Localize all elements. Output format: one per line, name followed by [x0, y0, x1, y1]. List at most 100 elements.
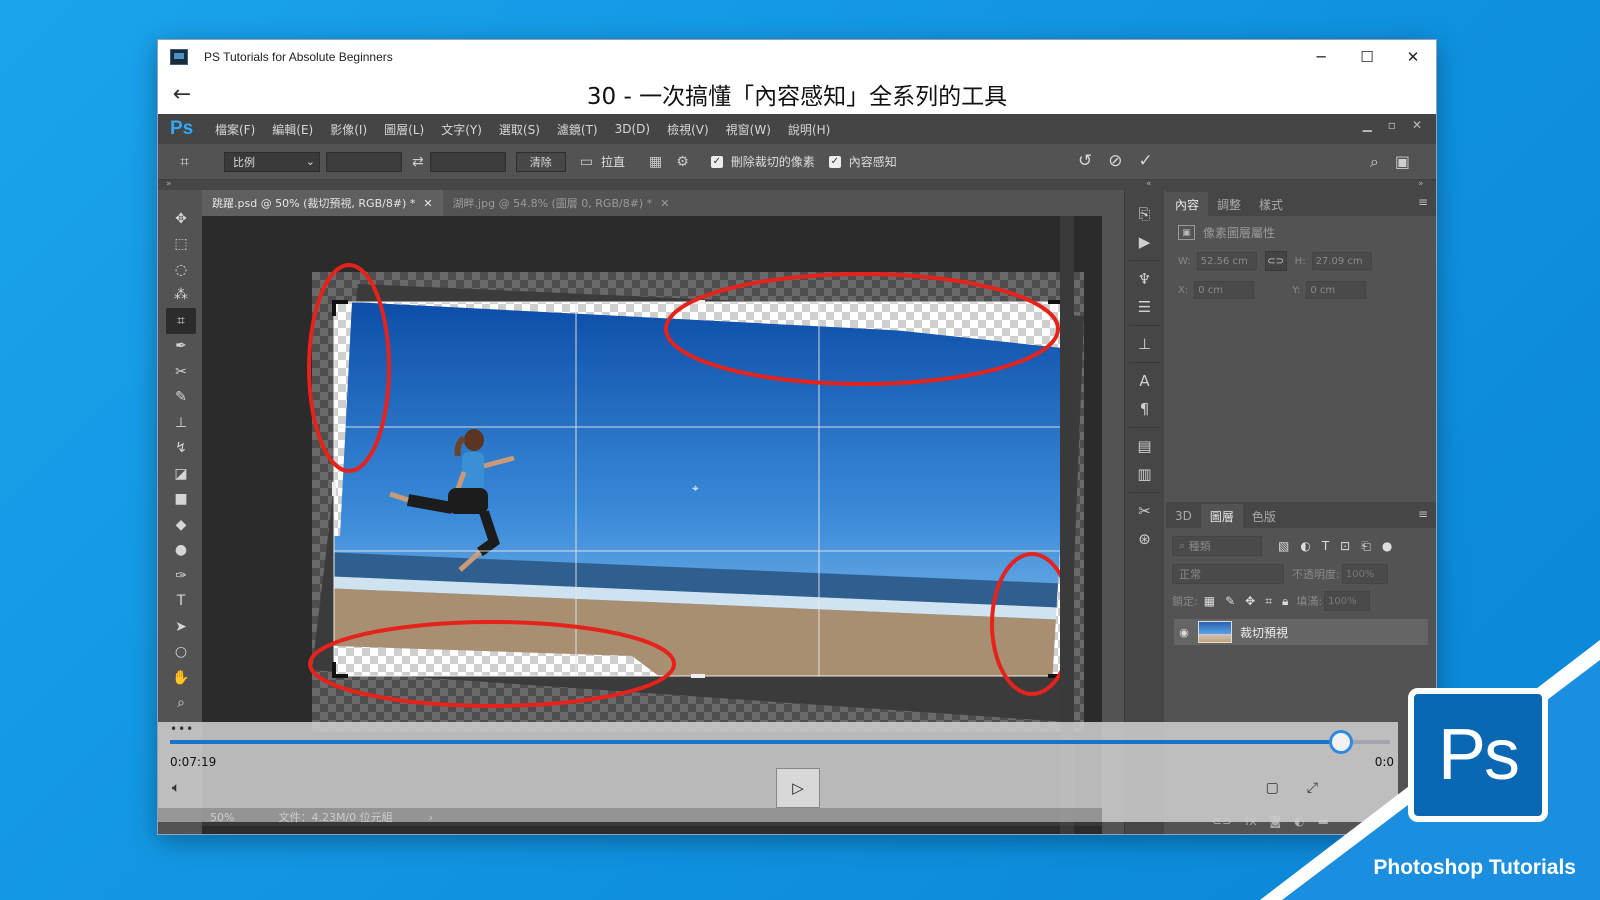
menu-image[interactable]: 影像(I)	[330, 121, 367, 138]
history-brush-icon[interactable]: ↯	[166, 436, 196, 462]
paragraph-icon[interactable]: ¶	[1125, 395, 1164, 423]
lock-pixels-icon[interactable]: ✎	[1225, 594, 1235, 609]
ellipse-tool-icon[interactable]: ○	[166, 640, 196, 666]
eye-icon[interactable]: ◉	[1174, 626, 1194, 639]
crop-tool-preset-icon[interactable]: ⌗	[180, 152, 202, 172]
overlay-grid-icon[interactable]: ▦	[649, 154, 662, 170]
collapse-right-icon[interactable]: »	[1418, 179, 1424, 189]
pixel-filter-icon[interactable]: ▧	[1278, 539, 1289, 554]
close-icon[interactable]: ✕	[660, 197, 669, 210]
lock-transparency-icon[interactable]: ▦	[1204, 594, 1215, 609]
marquee-tool-icon[interactable]: ⬚	[166, 232, 196, 258]
panel-menu-icon[interactable]: ≡	[1418, 507, 1428, 521]
filter-toggle-icon[interactable]: ●	[1382, 539, 1392, 554]
tab-styles[interactable]: 樣式	[1250, 192, 1292, 216]
close-icon[interactable]: ✕	[423, 197, 432, 210]
x-field[interactable]: 0 cm	[1194, 281, 1255, 299]
blend-mode-select[interactable]: 正常	[1172, 564, 1284, 584]
shape-filter-icon[interactable]: ⊡	[1340, 539, 1350, 554]
width-field[interactable]: 52.56 cm	[1196, 252, 1257, 270]
menu-view[interactable]: 檢視(V)	[667, 121, 709, 138]
lock-artboard-icon[interactable]: ⌗	[1265, 594, 1272, 609]
tab-3d[interactable]: 3D	[1166, 504, 1201, 528]
volume-icon[interactable]: 🔈︎	[172, 780, 180, 796]
type-tool-icon[interactable]: T	[166, 589, 196, 615]
stamp-tool-icon[interactable]: ⊥	[166, 410, 196, 436]
menu-file[interactable]: 檔案(F)	[215, 121, 255, 138]
swap-icon[interactable]: ⇄	[412, 154, 424, 170]
lock-position-icon[interactable]: ✥	[1245, 594, 1255, 609]
delete-cropped-checkbox[interactable]: ✓	[710, 155, 723, 168]
notes-icon[interactable]: ▥	[1125, 460, 1164, 488]
reset-icon[interactable]: ↺	[1078, 151, 1092, 171]
y-field[interactable]: 0 cm	[1306, 281, 1367, 299]
search-icon[interactable]: ⌕	[1370, 152, 1379, 172]
tab-adjustments[interactable]: 調整	[1208, 192, 1250, 216]
healing-brush-icon[interactable]: ✂	[166, 359, 196, 385]
zoom-tool-icon[interactable]: ⌕	[166, 691, 196, 717]
clone-source-icon[interactable]: ⊥	[1125, 330, 1164, 358]
cancel-icon[interactable]: ⊘	[1108, 151, 1122, 171]
height-field[interactable]: 27.09 cm	[1311, 252, 1372, 270]
brush-settings-icon[interactable]: ☰	[1125, 293, 1164, 321]
hand-tool-icon[interactable]: ✋	[166, 665, 196, 691]
play-button[interactable]: ▷	[776, 768, 820, 808]
tab-properties[interactable]: 內容	[1166, 192, 1209, 216]
collapse-left-icon[interactable]: »	[166, 179, 172, 189]
tab-channels[interactable]: 色版	[1243, 504, 1285, 528]
menu-layer[interactable]: 圖層(L)	[384, 121, 424, 138]
menu-type[interactable]: 文字(Y)	[441, 121, 482, 138]
brush-tool-icon[interactable]: ✎	[166, 385, 196, 411]
menu-3d[interactable]: 3D(D)	[615, 122, 650, 136]
channels-link-icon[interactable]: ⊛	[1125, 525, 1164, 553]
dodge-tool-icon[interactable]: ●	[166, 538, 196, 564]
menu-select[interactable]: 選取(S)	[499, 121, 540, 138]
status-arrow-icon[interactable]: ›	[429, 811, 433, 824]
straighten-icon[interactable]: ▭	[580, 154, 593, 170]
ps-restore-icon[interactable]: ▫	[1388, 118, 1396, 132]
maximize-button[interactable]: ☐	[1344, 40, 1390, 74]
blur-tool-icon[interactable]: ◆	[166, 512, 196, 538]
menu-window[interactable]: 視窗(W)	[726, 121, 771, 138]
fill-field[interactable]: 100%	[1324, 591, 1371, 611]
collapse-mid-icon[interactable]: «	[1146, 179, 1152, 189]
gradient-icon[interactable]: ■	[166, 487, 196, 513]
menu-edit[interactable]: 編輯(E)	[272, 121, 313, 138]
path-select-icon[interactable]: ➤	[166, 614, 196, 640]
ps-close-icon[interactable]: ✕	[1412, 118, 1422, 132]
link-icon[interactable]: ⊂⊃	[1264, 251, 1287, 271]
ps-minimize-icon[interactable]: ▁	[1363, 118, 1372, 132]
opacity-field[interactable]: 100%	[1341, 564, 1388, 584]
eyedropper-icon[interactable]: ✒	[166, 334, 196, 360]
menu-filter[interactable]: 濾鏡(T)	[557, 121, 598, 138]
doc-tab-inactive[interactable]: 湖畔.jpg @ 54.8% (圖層 0, RGB/8#) * ✕	[443, 190, 680, 216]
panel-menu-icon[interactable]: ≡	[1418, 195, 1428, 209]
gear-icon[interactable]: ⚙	[676, 154, 689, 170]
content-aware-checkbox[interactable]: ✓	[828, 155, 841, 168]
workspace-icon[interactable]: ▣	[1395, 152, 1410, 172]
crop-height-input[interactable]	[429, 151, 506, 172]
move-tool-icon[interactable]: ✥	[166, 206, 196, 232]
layer-kind-filter[interactable]: ⌕ 種類	[1172, 536, 1262, 556]
type-filter-icon[interactable]: T	[1322, 539, 1329, 554]
clear-button[interactable]: 清除	[515, 151, 566, 172]
magic-wand-icon[interactable]: ⁂	[166, 283, 196, 309]
minimize-button[interactable]: ─	[1298, 40, 1344, 74]
tab-layers[interactable]: 圖層	[1200, 504, 1243, 528]
close-button[interactable]: ✕	[1390, 40, 1436, 74]
straighten-label[interactable]: 拉直	[601, 153, 625, 170]
lock-all-icon[interactable]: 🔒︎	[1282, 594, 1288, 609]
timeline-track[interactable]	[170, 730, 1390, 754]
more-options-icon[interactable]: •••	[170, 722, 194, 736]
pen-tool-icon[interactable]: ✑	[166, 563, 196, 589]
crop-width-input[interactable]	[326, 151, 402, 172]
smart-object-filter-icon[interactable]: ⎗	[1361, 539, 1371, 554]
back-button[interactable]: ←	[166, 78, 198, 110]
commit-check-icon[interactable]: ✓	[1139, 151, 1153, 171]
eraser-icon[interactable]: ◪	[166, 461, 196, 487]
brush-panel-icon[interactable]: ♆	[1125, 265, 1164, 293]
crop-ratio-select[interactable]: 比例 ⌄	[224, 151, 320, 172]
character-icon[interactable]: A	[1125, 367, 1164, 395]
actions-play-icon[interactable]: ▶	[1125, 228, 1164, 256]
tool-presets-icon[interactable]: ✂	[1125, 497, 1164, 525]
